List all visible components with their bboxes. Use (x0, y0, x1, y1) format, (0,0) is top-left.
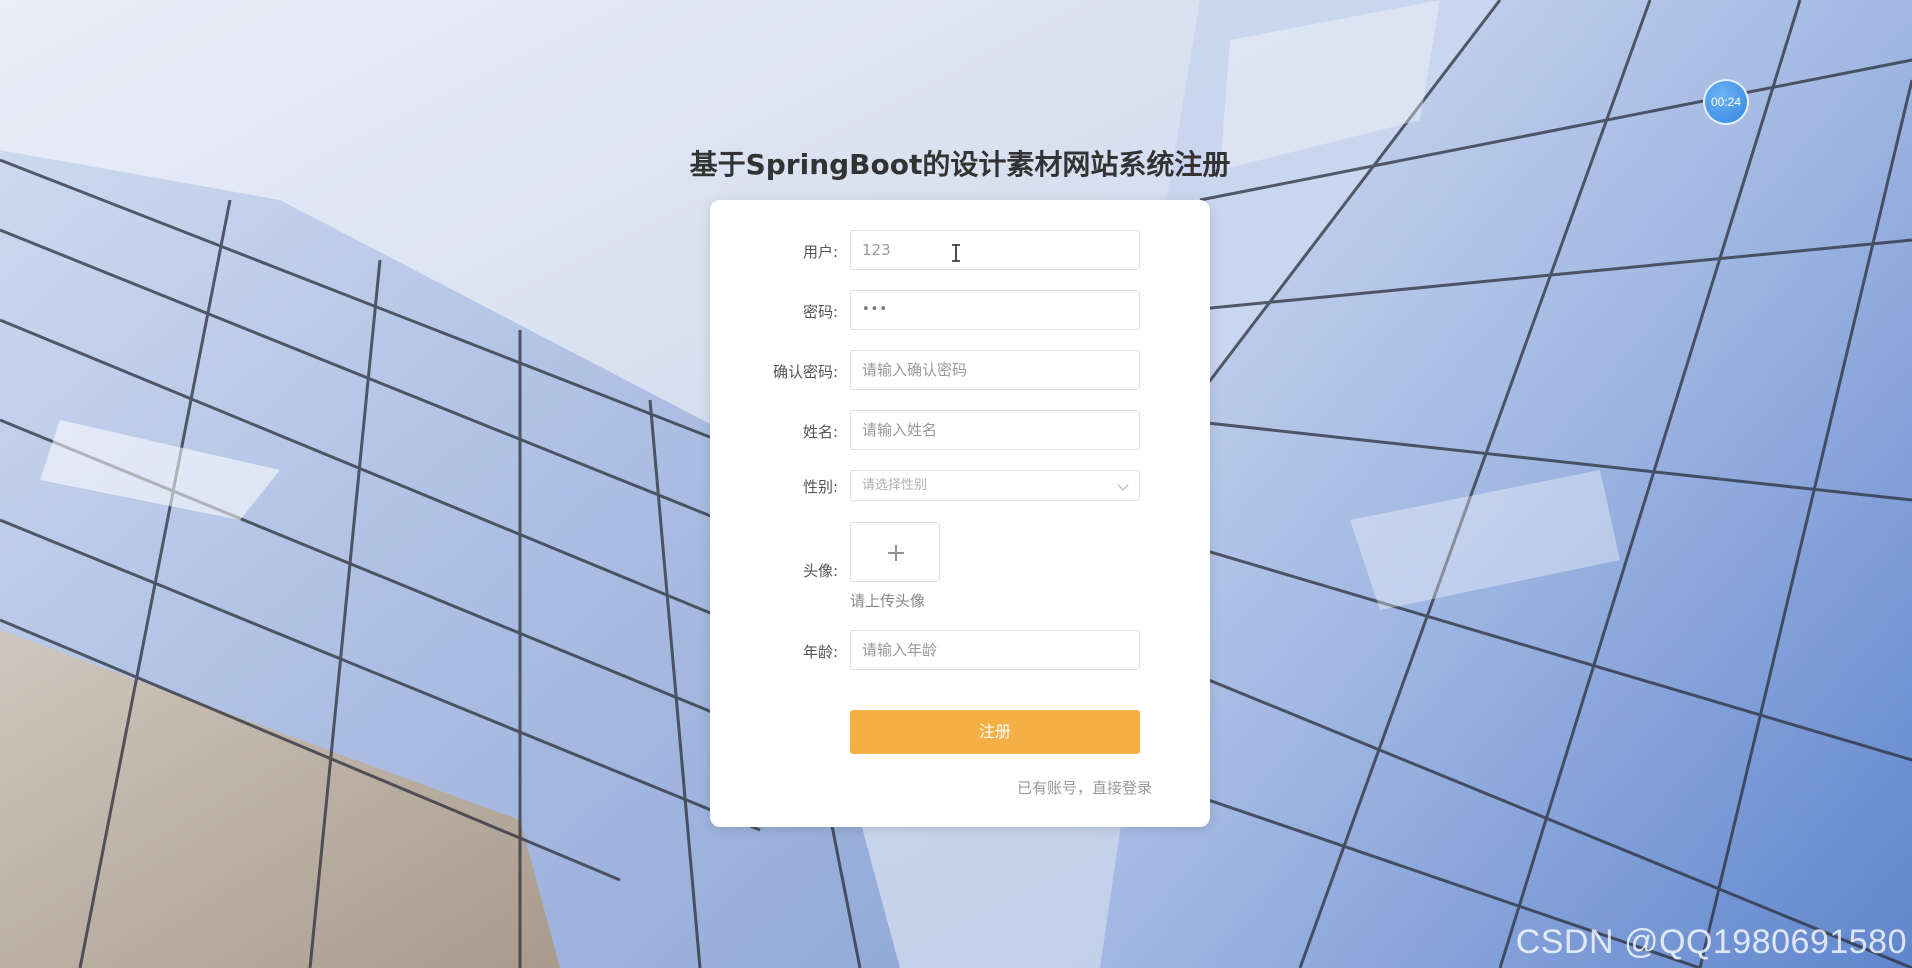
confirm-password-label: 确认密码: (772, 363, 838, 381)
register-form-card: 用户: 123 密码: ••• 确认密码: 请输入确认密码 姓名: 请输入姓名 … (710, 200, 1210, 827)
username-label: 用户: (802, 243, 838, 261)
gender-select-placeholder: 请选择性别 (862, 478, 928, 493)
plus-icon-vertical (895, 545, 897, 561)
password-input[interactable]: ••• (850, 290, 1140, 330)
password-label: 密码: (802, 303, 838, 321)
age-input[interactable]: 请输入年龄 (850, 630, 1140, 670)
avatar-upload-tip: 请上传头像 (850, 592, 926, 610)
page-title: 基于SpringBoot的设计素材网站系统注册 (689, 148, 1231, 181)
timer-badge[interactable]: 00:24 (1703, 79, 1749, 125)
text-cursor-icon (952, 244, 960, 262)
gender-select[interactable]: 请选择性别 (850, 470, 1140, 501)
login-link[interactable]: 已有账号，直接登录 (1017, 777, 1152, 798)
avatar-upload-button[interactable] (850, 522, 940, 582)
username-input[interactable]: 123 (850, 230, 1140, 270)
age-label: 年龄: (802, 643, 838, 661)
watermark: CSDN @QQ1980691580 (1515, 923, 1907, 961)
confirm-password-input[interactable]: 请输入确认密码 (850, 350, 1140, 390)
gender-label: 性别: (802, 478, 838, 496)
register-button[interactable]: 注册 (850, 710, 1140, 754)
chevron-down-icon (1117, 479, 1129, 491)
name-input[interactable]: 请输入姓名 (850, 410, 1140, 450)
avatar-label: 头像: (802, 562, 838, 580)
name-label: 姓名: (802, 423, 838, 441)
